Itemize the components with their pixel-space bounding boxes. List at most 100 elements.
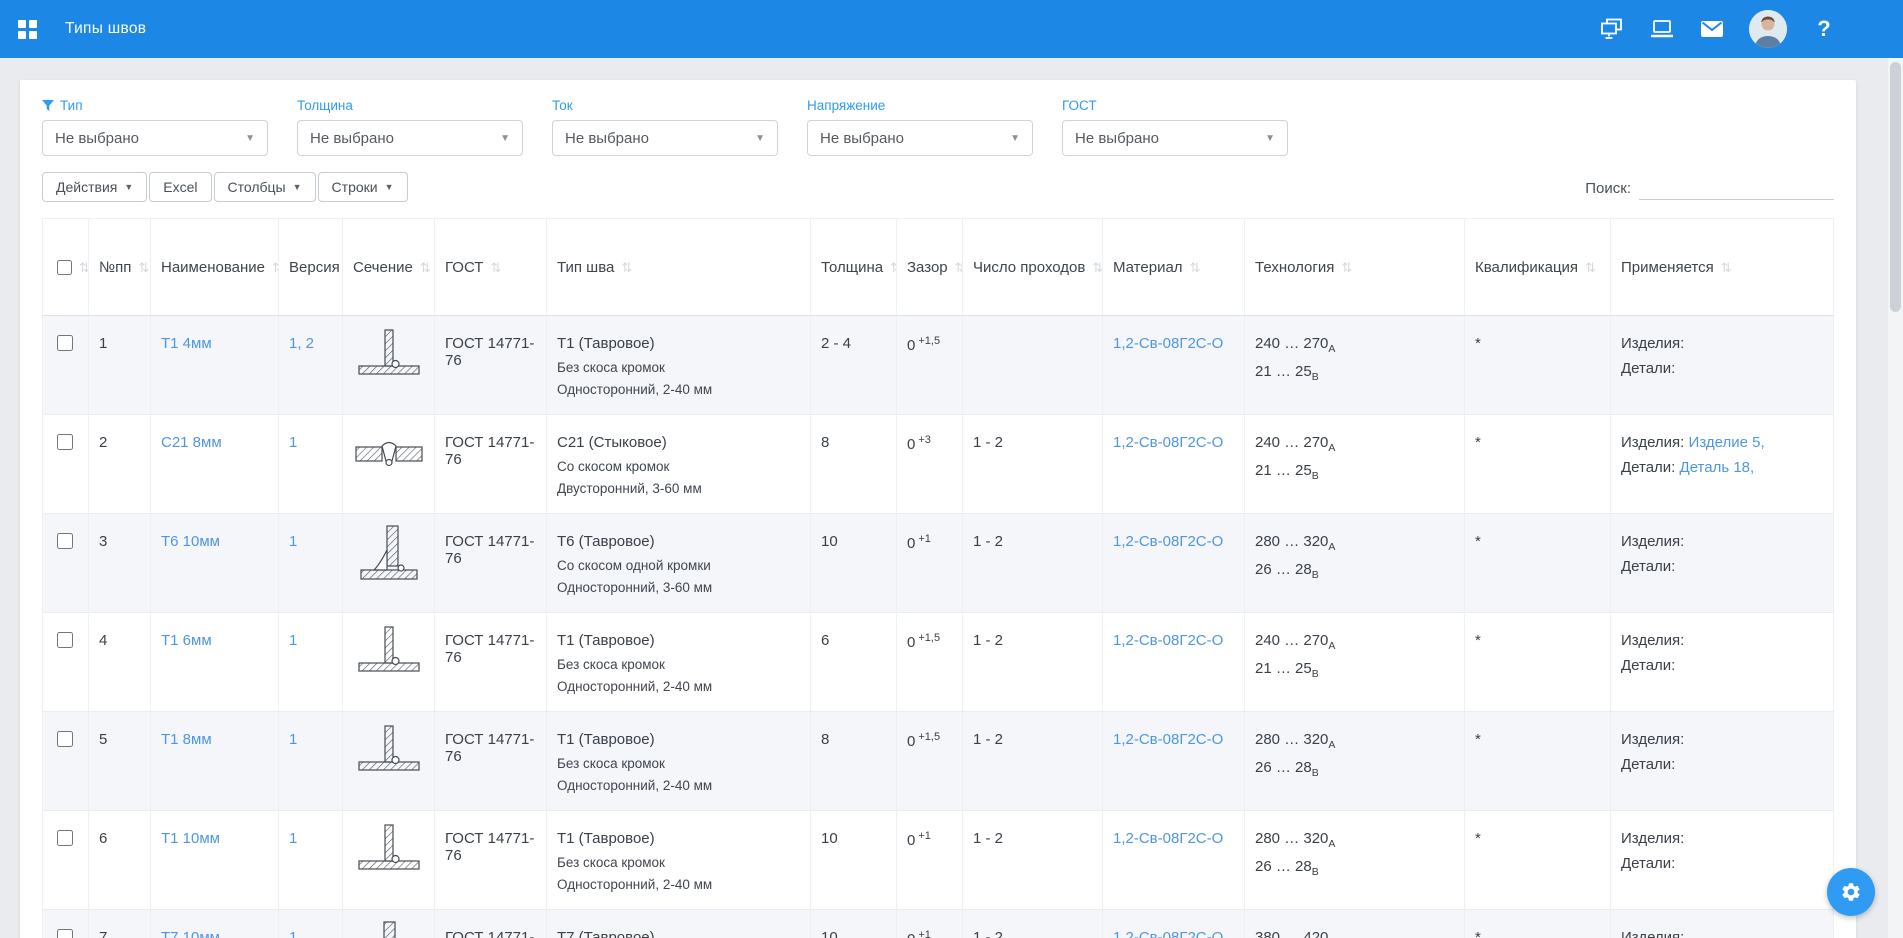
sort-icon[interactable]: ⇅ xyxy=(1341,260,1352,275)
search-label: Поиск: xyxy=(1585,180,1631,197)
row-checkbox[interactable] xyxy=(57,830,73,846)
filter-select-type[interactable]: Не выбрано▼ xyxy=(42,120,268,156)
sort-icon[interactable]: ⇅ xyxy=(138,260,149,275)
details-link[interactable]: Деталь 18, xyxy=(1680,459,1755,476)
material-link[interactable]: 1,2-Св-08Г2С-О xyxy=(1113,533,1223,550)
mail-icon[interactable] xyxy=(1699,17,1725,41)
gost-value: ГОСТ 14771-76 xyxy=(435,415,547,514)
apps-grid-icon[interactable] xyxy=(18,20,37,39)
weld-section-diagram xyxy=(353,569,425,586)
sort-icon[interactable]: ⇅ xyxy=(1585,260,1596,275)
row-checkbox[interactable] xyxy=(57,731,73,747)
version-link[interactable]: 1 xyxy=(289,731,297,748)
gap-base: 0 xyxy=(907,535,915,552)
sort-icon[interactable]: ⇅ xyxy=(621,260,632,275)
filter-select-thickness[interactable]: Не выбрано▼ xyxy=(297,120,523,156)
filter-label: Напряжение xyxy=(807,98,1033,113)
version-link[interactable]: 1 xyxy=(289,434,297,451)
caret-down-icon: ▼ xyxy=(385,182,394,192)
details-label: Детали: xyxy=(1621,558,1675,575)
row-checkbox[interactable] xyxy=(57,335,73,351)
weld-section-diagram xyxy=(353,369,425,386)
laptop-icon[interactable] xyxy=(1649,17,1675,41)
details-label: Детали: xyxy=(1621,657,1675,674)
seam-type-sides: Односторонний, 2-40 мм xyxy=(557,382,800,397)
scrollbar-thumb[interactable] xyxy=(1890,62,1901,312)
filter-type: Тип Не выбрано▼ xyxy=(42,98,268,156)
table-body: 1 Т1 4мм 1, 2 ГОСТ 14771-76 Т1 (Тавровое… xyxy=(43,316,1834,938)
version-link[interactable]: 1 xyxy=(289,632,297,649)
filter-select-gost[interactable]: Не выбрано▼ xyxy=(1062,120,1288,156)
seam-type-edges: Без скоса кромок xyxy=(557,756,800,771)
excel-button[interactable]: Excel xyxy=(149,172,211,202)
row-checkbox[interactable] xyxy=(57,434,73,450)
filter-label: Тип xyxy=(42,98,268,113)
seam-name-link[interactable]: Т1 6мм xyxy=(161,632,212,649)
screens-icon[interactable] xyxy=(1599,17,1625,41)
filter-select-voltage[interactable]: Не выбрано▼ xyxy=(807,120,1033,156)
user-avatar[interactable] xyxy=(1749,10,1787,48)
select-all-checkbox[interactable] xyxy=(57,260,72,275)
seam-name-link[interactable]: Т1 10мм xyxy=(161,830,220,847)
table-row: 1 Т1 4мм 1, 2 ГОСТ 14771-76 Т1 (Тавровое… xyxy=(43,316,1834,415)
columns-button[interactable]: Столбцы▼ xyxy=(214,172,316,202)
sort-icon[interactable]: ⇅ xyxy=(1190,260,1201,275)
column-header-label: Наименование xyxy=(161,259,265,276)
version-link[interactable]: 1 xyxy=(289,533,297,550)
seam-name-link[interactable]: Т1 4мм xyxy=(161,335,212,352)
material-link[interactable]: 1,2-Св-08Г2С-О xyxy=(1113,632,1223,649)
sort-icon[interactable]: ⇅ xyxy=(890,260,896,275)
help-icon[interactable]: ? xyxy=(1811,17,1837,41)
passes-value: 1 - 2 xyxy=(963,811,1103,910)
applies-cell: Изделия: Детали: xyxy=(1611,712,1834,811)
seam-name-link[interactable]: Т1 8мм xyxy=(161,731,212,748)
content-card: Тип Не выбрано▼ Толщина Не выбрано▼ Ток … xyxy=(20,80,1856,938)
seam-type-cell: С21 (Стыковое) Со скосом кромок Двусторо… xyxy=(547,415,811,514)
settings-fab[interactable] xyxy=(1827,868,1875,916)
products-label: Изделия: xyxy=(1621,533,1684,550)
filter-select-current[interactable]: Не выбрано▼ xyxy=(552,120,778,156)
row-checkbox[interactable] xyxy=(57,929,73,938)
version-link[interactable]: 1, 2 xyxy=(289,335,314,352)
column-header-label: Число проходов xyxy=(973,259,1085,276)
sort-icon[interactable]: ⇅ xyxy=(955,260,963,275)
version-link[interactable]: 1 xyxy=(289,830,297,847)
actions-button[interactable]: Действия▼ xyxy=(42,172,147,202)
column-header: Сечение⇅ xyxy=(343,219,435,316)
material-link[interactable]: 1,2-Св-08Г2С-О xyxy=(1113,929,1223,938)
seam-type-title: Т1 (Тавровое) xyxy=(557,830,800,847)
material-link[interactable]: 1,2-Св-08Г2С-О xyxy=(1113,335,1223,352)
search-input[interactable] xyxy=(1639,177,1834,200)
seam-type-edges: Со скосом одной кромки xyxy=(557,558,800,573)
sort-icon[interactable]: ⇅ xyxy=(79,260,89,275)
seam-type-title: Т1 (Тавровое) xyxy=(557,335,800,352)
material-link[interactable]: 1,2-Св-08Г2С-О xyxy=(1113,731,1223,748)
seam-type-title: Т1 (Тавровое) xyxy=(557,731,800,748)
technology-cell: 240 … 270А 21 … 25В xyxy=(1245,415,1465,514)
version-link[interactable]: 1 xyxy=(289,929,297,938)
applies-cell: Изделия: Детали: xyxy=(1611,811,1834,910)
details-label: Детали: xyxy=(1621,855,1675,872)
sort-icon[interactable]: ⇅ xyxy=(490,260,501,275)
sort-icon[interactable]: ⇅ xyxy=(1721,260,1732,275)
material-link[interactable]: 1,2-Св-08Г2С-О xyxy=(1113,830,1223,847)
window-scrollbar[interactable] xyxy=(1888,58,1903,938)
toolbar: Действия▼ Excel Столбцы▼ Строки▼ Поиск: xyxy=(42,172,1834,202)
sort-icon[interactable]: ⇅ xyxy=(420,260,431,275)
seam-name-link[interactable]: С21 8мм xyxy=(161,434,222,451)
row-checkbox[interactable] xyxy=(57,533,73,549)
material-link[interactable]: 1,2-Св-08Г2С-О xyxy=(1113,434,1223,451)
row-checkbox[interactable] xyxy=(57,632,73,648)
seam-name-link[interactable]: Т6 10мм xyxy=(161,533,220,550)
sort-icon[interactable]: ⇅ xyxy=(272,260,279,275)
column-header-label: Квалификация xyxy=(1475,259,1578,276)
gost-value: ГОСТ 14771-76 xyxy=(435,712,547,811)
column-header-label: Применяется xyxy=(1621,259,1714,276)
rows-button[interactable]: Строки▼ xyxy=(318,172,408,202)
gost-value: ГОСТ 14771-76 xyxy=(435,316,547,415)
sort-icon[interactable]: ⇅ xyxy=(1092,260,1102,275)
seam-name-link[interactable]: Т7 10мм xyxy=(161,929,220,938)
seam-types-table: ⇅№пп⇅Наименование⇅Версия⇅Сечение⇅ГОСТ⇅Ти… xyxy=(42,218,1834,938)
products-link[interactable]: Изделие 5, xyxy=(1689,434,1765,451)
gap-cell: 0+1,5 xyxy=(897,316,963,415)
